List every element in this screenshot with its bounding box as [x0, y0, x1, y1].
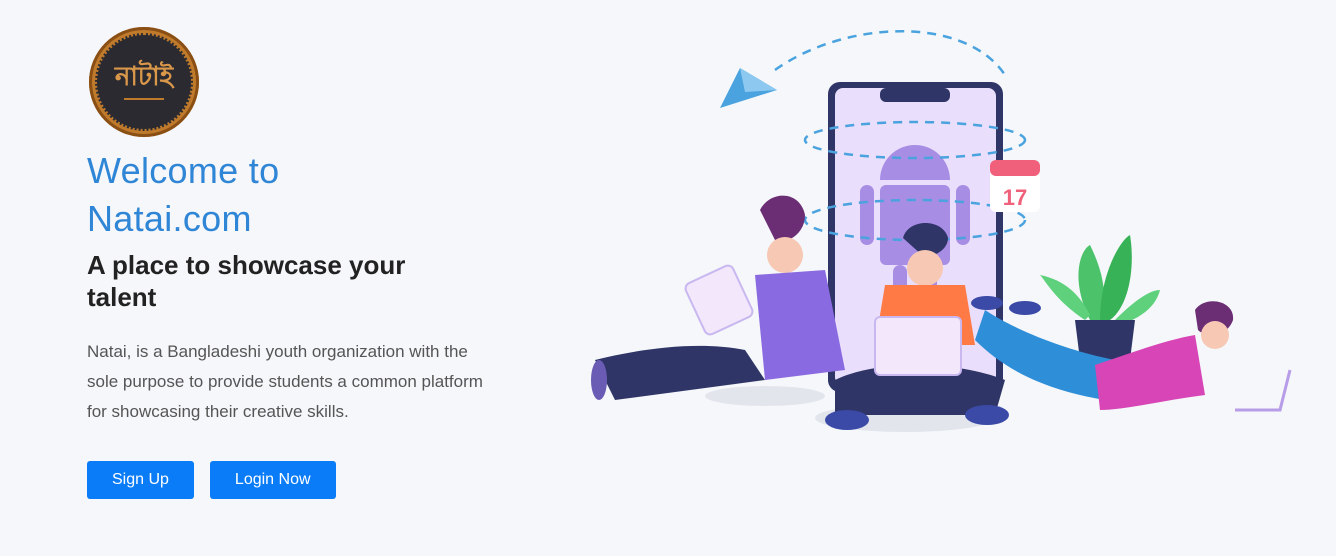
description-text: Natai, is a Bangladeshi youth organizati…	[87, 342, 483, 421]
page-title: Welcome to Natai.com	[87, 147, 507, 243]
flight-path-line	[774, 30, 1007, 76]
hero-actions: Sign Up Login Now	[87, 461, 507, 499]
sign-up-button[interactable]: Sign Up	[87, 461, 194, 499]
calendar-day: 17	[1003, 185, 1027, 210]
people-with-phone-illustration: 17	[591, 30, 1292, 432]
title-line-2: Natai.com	[87, 198, 252, 239]
hero-section: নাটাই Welcome to Natai.com A place to sh…	[87, 27, 507, 499]
calendar-icon: 17	[990, 160, 1040, 212]
site-logo[interactable]: নাটাই	[89, 27, 199, 137]
title-line-1: Welcome to	[87, 150, 280, 191]
person-with-tablet	[591, 195, 845, 400]
login-button[interactable]: Login Now	[209, 461, 336, 499]
logo-rule	[124, 98, 164, 100]
hero-illustration: 17	[585, 20, 1315, 450]
page-subtitle: A place to showcase your talent	[87, 250, 406, 312]
logo-inner: নাটাই	[95, 33, 193, 131]
logo-text: নাটাই	[114, 62, 174, 92]
paper-plane-icon	[720, 68, 777, 108]
